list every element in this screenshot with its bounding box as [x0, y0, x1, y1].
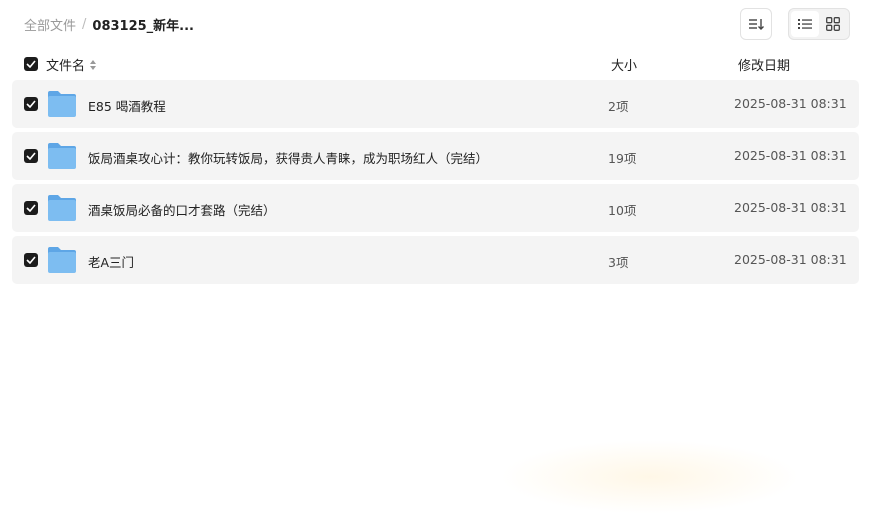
file-size: 19项 [608, 151, 637, 166]
date-column-header[interactable]: 修改日期 [738, 55, 790, 74]
checkmark-icon [26, 152, 36, 160]
file-size: 3项 [608, 255, 629, 270]
file-date: 2025-08-31 08:31 [734, 252, 847, 267]
list-view-button[interactable] [791, 11, 819, 37]
grid-view-icon [826, 17, 840, 31]
file-name[interactable]: 酒桌饭局必备的口才套路（完结） [88, 200, 276, 219]
view-toggle [788, 8, 850, 40]
column-header-row: 文件名 大小 修改日期 [12, 52, 859, 76]
file-row[interactable]: 饭局酒桌攻心计：教你玩转饭局，获得贵人青睐，成为职场红人（完结） 19项 202… [12, 132, 859, 180]
breadcrumb-separator: / [82, 17, 87, 32]
breadcrumb-root-link[interactable]: 全部文件 [24, 15, 76, 34]
checkmark-icon [26, 256, 36, 264]
row-checkbox[interactable] [24, 253, 38, 267]
select-all-checkbox[interactable] [24, 57, 38, 71]
name-column-header[interactable]: 文件名 [46, 55, 97, 74]
background-glow [500, 440, 800, 514]
file-date: 2025-08-31 08:31 [734, 148, 847, 163]
checkmark-icon [26, 60, 36, 68]
size-column-header[interactable]: 大小 [611, 55, 637, 74]
file-name[interactable]: 老A三门 [88, 252, 134, 271]
file-name[interactable]: E85 喝酒教程 [88, 96, 166, 115]
file-size: 2项 [608, 99, 629, 114]
file-size: 10项 [608, 203, 637, 218]
file-row[interactable]: 酒桌饭局必备的口才套路（完结） 10项 2025-08-31 08:31 [12, 184, 859, 232]
list-view-icon [798, 19, 812, 29]
file-name[interactable]: 饭局酒桌攻心计：教你玩转饭局，获得贵人青睐，成为职场红人（完结） [88, 148, 488, 167]
sort-toggle-icon [90, 59, 97, 70]
folder-icon [48, 247, 76, 273]
file-date: 2025-08-31 08:31 [734, 200, 847, 215]
file-date: 2025-08-31 08:31 [734, 96, 847, 111]
name-column-label: 文件名 [46, 59, 86, 74]
row-checkbox[interactable] [24, 201, 38, 215]
checkmark-icon [26, 100, 36, 108]
breadcrumb-current: 083125_新年... [92, 19, 194, 34]
grid-view-button[interactable] [819, 11, 847, 37]
top-bar: 全部文件 / 083125_新年... [0, 0, 874, 48]
file-list: E85 喝酒教程 2项 2025-08-31 08:31 饭局酒桌攻心计：教你玩… [12, 80, 859, 288]
row-checkbox[interactable] [24, 97, 38, 111]
file-row[interactable]: 老A三门 3项 2025-08-31 08:31 [12, 236, 859, 284]
file-row[interactable]: E85 喝酒教程 2项 2025-08-31 08:31 [12, 80, 859, 128]
folder-icon [48, 91, 76, 117]
row-checkbox[interactable] [24, 149, 38, 163]
folder-icon [48, 195, 76, 221]
folder-icon [48, 143, 76, 169]
breadcrumb: 全部文件 / 083125_新年... [24, 15, 194, 34]
checkmark-icon [26, 204, 36, 212]
sort-button[interactable] [740, 8, 772, 40]
sort-list-icon [749, 19, 764, 30]
